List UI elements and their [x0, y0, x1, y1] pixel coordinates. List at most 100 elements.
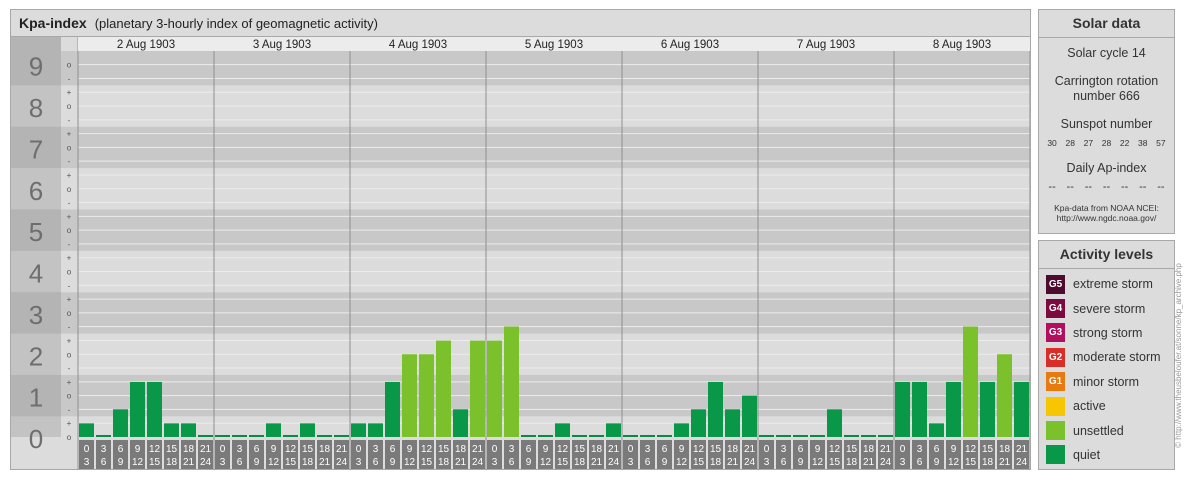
chart-subtitle: (planetary 3-hourly index of geomagnetic…: [94, 15, 378, 31]
sub-tick-label: o: [67, 350, 72, 359]
kp-bar: [317, 435, 332, 437]
interval-start-label: 3: [781, 444, 787, 455]
interval-end-label: 3: [628, 457, 634, 468]
sub-tick-label: +: [67, 419, 72, 428]
interval-end-label: 21: [863, 457, 875, 468]
legend-label: extreme storm: [1073, 277, 1153, 292]
kp-bar: [249, 435, 264, 437]
interval-start-label: 12: [829, 444, 841, 455]
kp-bar: [436, 340, 451, 437]
kp-bar: [385, 381, 400, 437]
sub-tick-label: -: [68, 240, 71, 249]
source-note-line1: Kpa-data from NOAA NCEI:: [1054, 203, 1159, 213]
legend-item-g2: G2 moderate storm: [1039, 345, 1174, 369]
interval-start-label: 15: [710, 444, 722, 455]
legend-item-quiet: quiet: [1039, 443, 1174, 467]
kp-bar: [623, 435, 638, 437]
interval-start-label: 18: [183, 444, 195, 455]
interval-end-label: 12: [540, 457, 552, 468]
interval-end-label: 6: [373, 457, 379, 468]
legend-swatch: G4: [1046, 299, 1065, 319]
interval-end-label: 3: [764, 457, 770, 468]
interval-end-label: 12: [676, 457, 688, 468]
kp-bar: [997, 354, 1012, 437]
interval-end-label: 21: [727, 457, 739, 468]
interval-end-label: 18: [710, 457, 722, 468]
interval-start-label: 21: [744, 444, 756, 455]
kp-bar: [351, 423, 366, 437]
kp-bar: [606, 423, 621, 437]
day-label: 4 Aug 1903: [389, 39, 447, 51]
interval-start-label: 9: [815, 444, 821, 455]
sub-tick-label: -: [68, 364, 71, 373]
kp-bar: [147, 381, 162, 437]
interval-start-label: 6: [662, 444, 668, 455]
solar-data-panel: Solar data Solar cycle 14 Carrington rot…: [1038, 9, 1175, 234]
kp-bar-chart: 2 Aug 1903 3 Aug 1903 4 Aug 1903 5 Aug 1903…: [11, 37, 1030, 470]
interval-start-label: 18: [999, 444, 1011, 455]
kp-bar: [708, 381, 723, 437]
interval-start-label: 12: [693, 444, 705, 455]
day-label: 3 Aug 1903: [253, 39, 311, 51]
sub-tick-label: o: [67, 268, 72, 277]
credit-text: © http://www.theusbeloufer.at/sonne/kp_a…: [1173, 262, 1183, 448]
interval-end-label: 18: [574, 457, 586, 468]
interval-end-label: 12: [132, 457, 144, 468]
kp-bar: [691, 409, 706, 437]
interval-start-label: 6: [390, 444, 396, 455]
interval-end-label: 21: [999, 457, 1011, 468]
interval-end-label: 12: [812, 457, 824, 468]
interval-end-label: 3: [220, 457, 226, 468]
sub-tick-label: -: [68, 281, 71, 290]
legend-label: minor storm: [1073, 374, 1139, 389]
legend-label: unsettled: [1073, 423, 1124, 438]
kp-bar: [827, 409, 842, 437]
sunspot-value: 28: [1101, 138, 1112, 148]
kp-bar: [742, 395, 757, 437]
y-tick-label: 9: [29, 52, 43, 82]
interval-start-label: 9: [407, 444, 413, 455]
chart-title: Kpa-index: [19, 15, 87, 31]
sub-tick-label: +: [67, 88, 72, 97]
interval-end-label: 9: [934, 457, 940, 468]
kp-chart-panel: Kpa-index (planetary 3-hourly index of g…: [10, 9, 1031, 470]
ap-index-values: -- -- -- -- -- -- --: [1039, 181, 1174, 193]
kp-bar: [215, 435, 230, 437]
ap-value: --: [1120, 181, 1129, 193]
activity-levels-title: Activity levels: [1039, 241, 1174, 269]
legend-item-g5: G5 extreme storm: [1039, 272, 1174, 296]
sub-tick-label: +: [67, 295, 72, 304]
interval-start-label: 0: [628, 444, 634, 455]
interval-start-label: 15: [574, 444, 586, 455]
sunspot-value: 22: [1119, 138, 1130, 148]
y-tick-label: 6: [29, 176, 43, 206]
interval-end-label: 15: [829, 457, 841, 468]
interval-end-label: 18: [438, 457, 450, 468]
kp-bar: [198, 435, 213, 437]
interval-start-label: 3: [101, 444, 107, 455]
sunspot-value: 38: [1138, 138, 1148, 148]
interval-end-label: 15: [965, 457, 977, 468]
kp-bar: [725, 409, 740, 437]
sub-tick-label: -: [68, 405, 71, 414]
interval-end-label: 12: [404, 457, 416, 468]
y-tick-label: 8: [29, 93, 43, 123]
interval-end-label: 15: [421, 457, 433, 468]
kp-bar: [895, 381, 910, 437]
kp-bar: [861, 435, 876, 437]
credit-note: © http://www.theusbeloufer.at/sonne/kp_a…: [1173, 240, 1183, 470]
interval-end-label: 9: [662, 457, 668, 468]
interval-start-label: 6: [934, 444, 940, 455]
interval-end-label: 6: [237, 457, 243, 468]
kp-bar: [963, 326, 978, 437]
interval-start-label: 6: [526, 444, 532, 455]
legend-label: severe storm: [1073, 301, 1146, 316]
legend-swatch: [1046, 445, 1065, 465]
sub-tick-label: o: [67, 309, 72, 318]
interval-start-label: 9: [543, 444, 549, 455]
interval-start-label: 6: [118, 444, 124, 455]
sub-tick-label: -: [68, 199, 71, 208]
day-label: 5 Aug 1903: [525, 39, 583, 51]
interval-end-label: 24: [744, 457, 756, 468]
interval-start-label: 21: [336, 444, 348, 455]
